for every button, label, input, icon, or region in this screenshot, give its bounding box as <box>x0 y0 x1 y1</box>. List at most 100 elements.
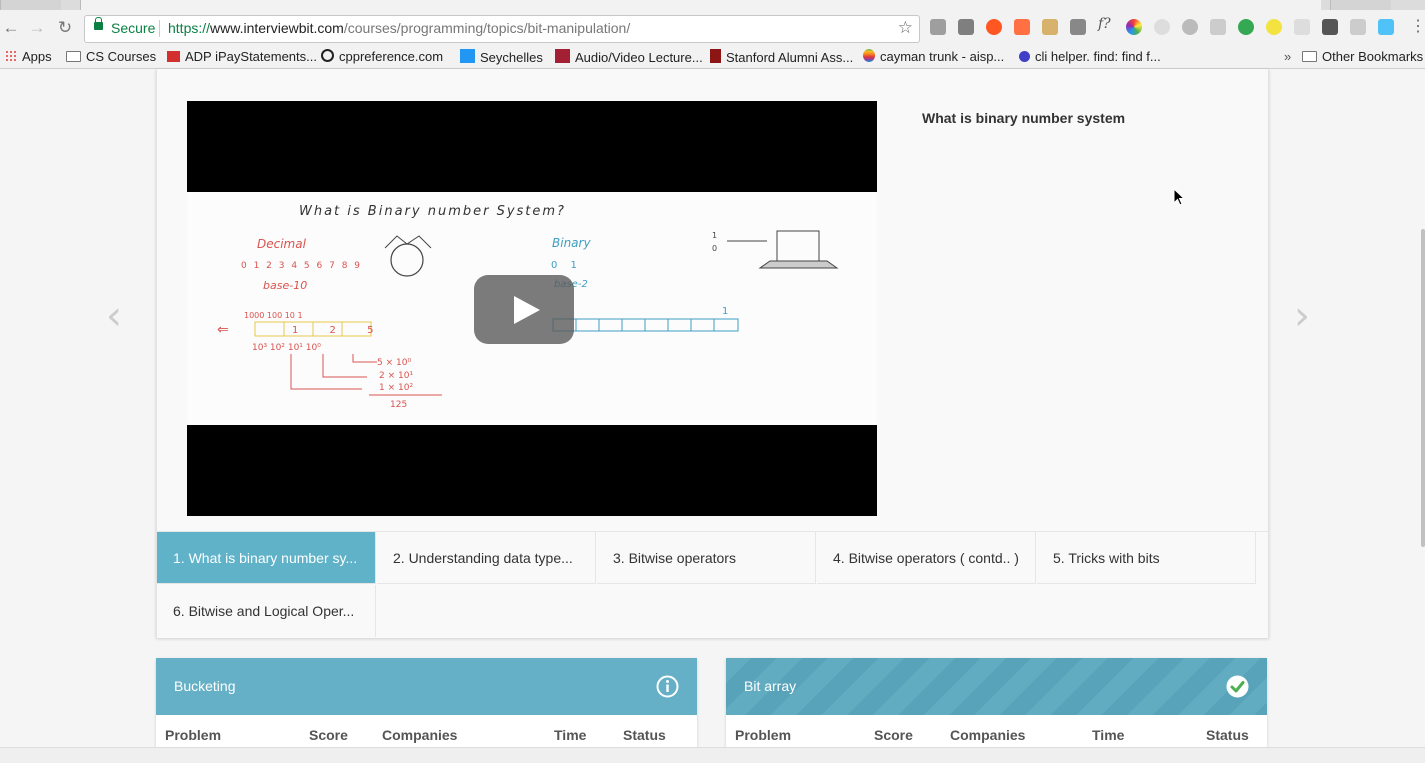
bottom-bar <box>0 747 1425 763</box>
bookmark-cs-courses[interactable]: CS Courses <box>66 49 156 64</box>
laptop-icon <box>776 230 820 262</box>
extension-icon[interactable] <box>1294 19 1310 35</box>
face-icon <box>390 243 424 277</box>
mit-icon <box>555 49 570 63</box>
secure-label: Secure <box>111 20 156 36</box>
bookmarks-bar: Apps CS Courses ADP iPayStatements... cp… <box>0 46 1425 69</box>
opera-icon[interactable] <box>986 19 1002 35</box>
left-arrow-glyph: ⇐ <box>217 322 229 338</box>
tab-lesson-2[interactable]: 2. Understanding data type... <box>377 532 596 584</box>
video-title: What is binary number system <box>922 110 1126 126</box>
bookmark-adp[interactable]: ADP iPayStatements... <box>167 49 317 64</box>
apps-grid-icon <box>5 50 17 62</box>
bookmark-star-icon[interactable]: ☆ <box>898 18 913 38</box>
browser-tab-active[interactable] <box>80 0 1321 10</box>
sync-icon[interactable] <box>1154 19 1170 35</box>
one-zero-glyph: 1 <box>712 231 717 240</box>
hair-stroke <box>384 235 432 249</box>
check-icon[interactable] <box>1226 675 1249 698</box>
browser-tab-strip <box>0 0 1425 10</box>
bookmark-seychelles[interactable]: Seychelles <box>460 49 543 65</box>
video-card: What is Binary number System? Decimal 0 … <box>156 69 1269 638</box>
col-time: Time <box>1092 727 1125 743</box>
extension-icon[interactable] <box>1042 19 1058 35</box>
tab-lesson-1[interactable]: 1. What is binary number sy... <box>157 532 376 584</box>
bit-marker: 1 <box>722 306 728 317</box>
panel-header[interactable]: Bucketing <box>156 658 697 715</box>
panel-title[interactable]: Bucketing <box>174 678 235 694</box>
bookmark-apps[interactable]: Apps <box>5 49 52 64</box>
expansion-lines <box>290 354 377 390</box>
play-button[interactable] <box>474 275 574 344</box>
extension-icon[interactable] <box>1266 19 1282 35</box>
folder-icon <box>1302 51 1317 62</box>
pocket-icon[interactable] <box>1070 19 1086 35</box>
folder-icon <box>66 51 81 62</box>
browser-tab[interactable] <box>1330 0 1391 10</box>
amazon-icon[interactable] <box>1322 19 1338 35</box>
panel-header[interactable]: Bit array <box>726 658 1267 715</box>
formula-icon[interactable]: f? <box>1098 16 1114 32</box>
forward-ext-icon[interactable] <box>1014 19 1030 35</box>
powers: 10³ 10² 10¹ 10⁰ <box>252 343 321 353</box>
url-text[interactable]: https://www.interviewbit.com/courses/pro… <box>168 20 630 36</box>
binary-digits: 0 1 <box>551 260 582 271</box>
lock-icon <box>94 17 103 30</box>
color-wheel-icon[interactable] <box>1126 19 1142 35</box>
prev-arrow-icon[interactable]: ‹ <box>106 293 122 339</box>
extension-icon[interactable] <box>930 19 946 35</box>
place-values: 1000 100 10 1 <box>244 311 303 320</box>
panel-title[interactable]: Bit array <box>744 678 796 694</box>
tab-lesson-3[interactable]: 3. Bitwise operators <box>597 532 816 584</box>
back-icon[interactable]: ← <box>1 18 21 38</box>
col-score: Score <box>309 727 348 743</box>
expansion-result: 125 <box>390 400 407 410</box>
chrome-menu-icon[interactable]: ⋮ <box>1410 18 1425 36</box>
bookmarks-overflow-icon[interactable]: » <box>1284 49 1291 64</box>
page-content: ‹ › What is Binary number System? Decima… <box>0 69 1425 762</box>
extension-icon[interactable] <box>1182 19 1198 35</box>
grammarly-icon[interactable] <box>1238 19 1254 35</box>
bookmark-cayman[interactable]: cayman trunk - aisp... <box>863 49 1004 64</box>
col-score: Score <box>874 727 913 743</box>
frame-title: What is Binary number System? <box>299 204 566 219</box>
extension-icon[interactable] <box>1378 19 1394 35</box>
video-player[interactable]: What is Binary number System? Decimal 0 … <box>187 101 877 516</box>
col-status: Status <box>1206 727 1249 743</box>
expansion-1: 5 × 10⁰ <box>377 358 411 368</box>
bookmark-mit[interactable]: Audio/Video Lecture... <box>555 49 703 65</box>
extension-icon[interactable] <box>1350 19 1366 35</box>
dot-icon <box>1019 51 1030 62</box>
bookmark-stanford[interactable]: Stanford Alumni Ass... <box>710 49 853 65</box>
tab-lesson-5[interactable]: 5. Tricks with bits <box>1037 532 1256 584</box>
next-arrow-icon[interactable]: › <box>1294 293 1310 339</box>
forward-icon[interactable]: → <box>27 18 47 38</box>
browser-tab[interactable] <box>0 0 61 10</box>
bookmark-other[interactable]: Other Bookmarks <box>1302 49 1423 64</box>
adp-icon <box>167 51 180 62</box>
expansion-2: 2 × 10¹ <box>379 371 413 381</box>
address-bar[interactable]: Secure https://www.interviewbit.com/cour… <box>84 15 920 43</box>
tab-lesson-4[interactable]: 4. Bitwise operators ( contd.. ) <box>817 532 1036 584</box>
apple-icon <box>863 49 875 62</box>
bookmark-cppreference[interactable]: cppreference.com <box>321 49 443 64</box>
decimal-digits: 0 1 2 3 4 5 6 7 8 9 <box>241 261 362 271</box>
browser-toolbar: ← → ↻ Secure https://www.interviewbit.co… <box>0 10 1425 46</box>
decimal-number: 1 2 5 <box>292 325 387 336</box>
decimal-label: Decimal <box>257 237 307 251</box>
lesson-tabs: 1. What is binary number sy... 2. Unders… <box>157 531 1268 638</box>
col-companies: Companies <box>950 727 1026 743</box>
bookmark-cli-helper[interactable]: cli helper. find: find f... <box>1019 49 1161 64</box>
col-problem: Problem <box>735 727 792 743</box>
one-zero-glyph: 0 <box>712 244 717 253</box>
reload-icon[interactable]: ↻ <box>55 18 75 38</box>
scrollbar-thumb[interactable] <box>1421 229 1425 547</box>
evernote-icon[interactable] <box>958 19 974 35</box>
info-icon[interactable] <box>656 675 679 698</box>
col-status: Status <box>623 727 666 743</box>
decimal-base: base-10 <box>263 279 307 292</box>
tab-lesson-6[interactable]: 6. Bitwise and Logical Oper... <box>157 585 376 637</box>
binary-label: Binary <box>552 236 591 250</box>
extension-icon[interactable] <box>1210 19 1226 35</box>
cppreference-icon <box>321 49 334 62</box>
